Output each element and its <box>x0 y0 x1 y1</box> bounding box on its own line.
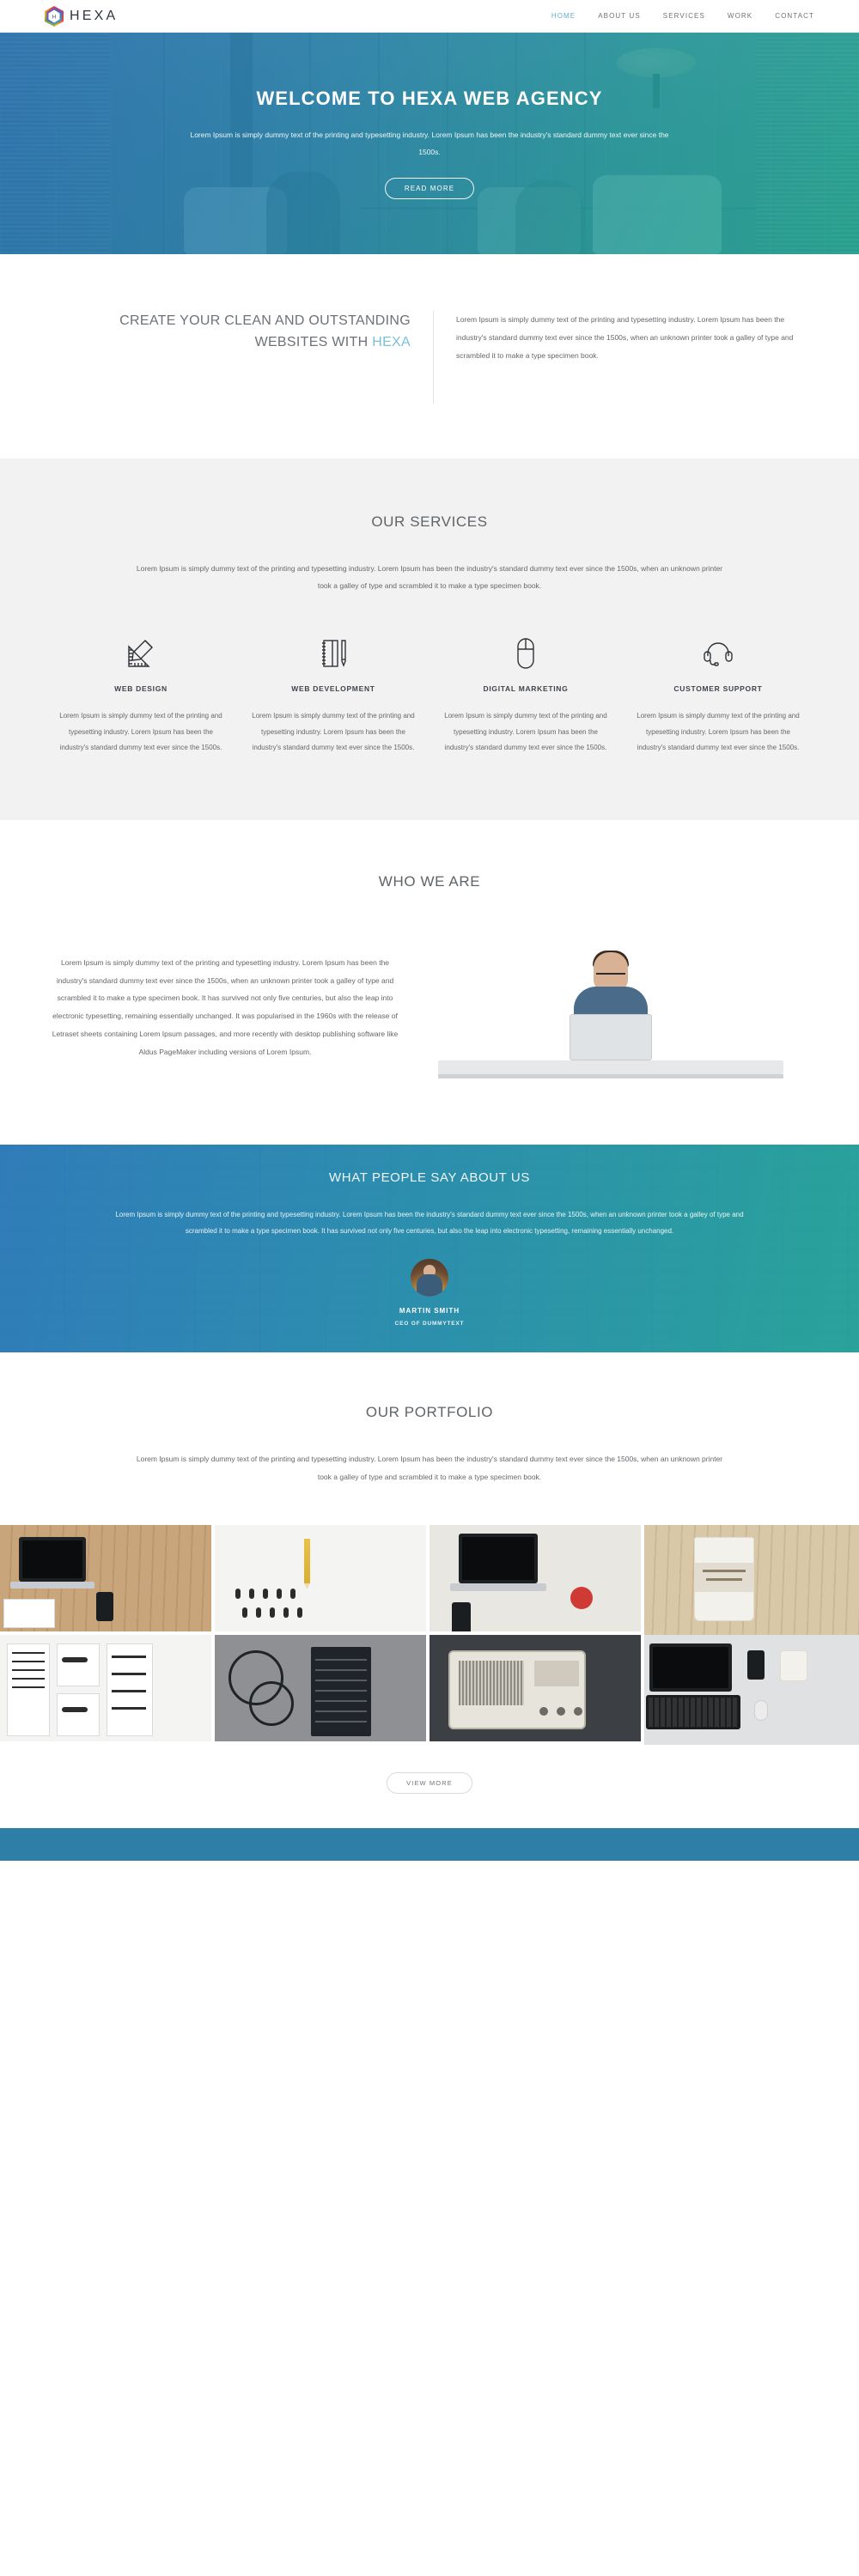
service-card-customer-support[interactable]: CUSTOMER SUPPORT Lorem Ipsum is simply d… <box>622 635 814 756</box>
hero-subtitle: Lorem Ipsum is simply dummy text of the … <box>190 130 669 156</box>
avatar <box>411 1258 448 1297</box>
main-navigation: HOME ABOUT US SERVICES WORK CONTACT <box>551 12 814 20</box>
nav-item-about-us[interactable]: ABOUT US <box>598 12 641 20</box>
view-more-button[interactable]: VIEW MORE <box>387 1771 472 1794</box>
intro-heading-line2: WEBSITES WITH <box>254 334 373 349</box>
site-header: H HEXA HOME ABOUT US SERVICES WORK CONTA… <box>0 0 859 33</box>
service-card-digital-marketing[interactable]: DIGITAL MARKETING Lorem Ipsum is simply … <box>430 635 622 756</box>
intro-heading-line1: CREATE YOUR CLEAN AND OUTSTANDING <box>119 313 411 328</box>
services-grid: WEB DESIGN Lorem Ipsum is simply dummy t… <box>45 635 814 756</box>
intro-heading-block: CREATE YOUR CLEAN AND OUTSTANDING WEBSIT… <box>45 311 433 354</box>
nav-item-home[interactable]: HOME <box>551 12 576 20</box>
service-name: CUSTOMER SUPPORT <box>673 683 763 693</box>
intro-heading-accent: HEXA <box>372 334 411 349</box>
services-section: OUR SERVICES Lorem Ipsum is simply dummy… <box>0 459 859 821</box>
portfolio-item-5[interactable] <box>0 1634 215 1745</box>
portfolio-item-3[interactable] <box>430 1524 644 1635</box>
brand-name: HEXA <box>70 8 119 23</box>
service-name: WEB DESIGN <box>114 683 168 693</box>
service-card-web-design[interactable]: WEB DESIGN Lorem Ipsum is simply dummy t… <box>45 635 237 756</box>
portfolio-item-6[interactable] <box>215 1634 430 1745</box>
brand-logo[interactable]: H HEXA <box>45 5 119 27</box>
portfolio-section: OUR PORTFOLIO Lorem Ipsum is simply dumm… <box>0 1352 859 1828</box>
who-we-are-photo <box>426 930 795 1084</box>
read-more-button[interactable]: READ MORE <box>384 178 475 200</box>
hexagon-h-logo-icon: H <box>45 5 64 27</box>
who-we-are-section: WHO WE ARE Lorem Ipsum is simply dummy t… <box>0 820 859 1145</box>
intro-section: CREATE YOUR CLEAN AND OUTSTANDING WEBSIT… <box>0 254 859 459</box>
who-we-are-body: Lorem Ipsum is simply dummy text of the … <box>52 957 399 1056</box>
ruler-pencil-icon <box>57 635 225 672</box>
intro-body-block: Lorem Ipsum is simply dummy text of the … <box>433 311 814 404</box>
hero-section: WELCOME TO HEXA WEB AGENCY Lorem Ipsum i… <box>0 33 859 254</box>
service-text: Lorem Ipsum is simply dummy text of the … <box>444 711 607 752</box>
services-title: OUR SERVICES <box>371 513 488 530</box>
svg-text:H: H <box>52 14 57 20</box>
landing-page: H HEXA HOME ABOUT US SERVICES WORK CONTA… <box>0 0 859 1861</box>
portfolio-item-8[interactable] <box>644 1634 859 1745</box>
who-we-are-title: WHO WE ARE <box>378 873 481 890</box>
service-text: Lorem Ipsum is simply dummy text of the … <box>637 711 800 752</box>
testimonial-author-name: MARTIN SMITH <box>399 1306 460 1315</box>
service-text: Lorem Ipsum is simply dummy text of the … <box>59 711 222 752</box>
portfolio-item-4[interactable] <box>644 1524 859 1635</box>
testimonial-author-role: CEO OF DUMMYTEXT <box>394 1320 465 1327</box>
testimonial-section: WHAT PEOPLE SAY ABOUT US Lorem Ipsum is … <box>0 1145 859 1353</box>
portfolio-item-2[interactable] <box>215 1524 430 1635</box>
testimonial-title: WHAT PEOPLE SAY ABOUT US <box>329 1170 530 1186</box>
nav-item-contact[interactable]: CONTACT <box>775 12 814 20</box>
footer-bar <box>0 1827 859 1861</box>
portfolio-lead: Lorem Ipsum is simply dummy text of the … <box>136 1455 723 1481</box>
services-lead: Lorem Ipsum is simply dummy text of the … <box>136 564 723 591</box>
hero-title: WELCOME TO HEXA WEB AGENCY <box>256 87 603 109</box>
notebook-pencil-icon <box>249 635 417 672</box>
headset-icon <box>634 635 802 672</box>
service-name: DIGITAL MARKETING <box>483 683 569 693</box>
portfolio-title: OUR PORTFOLIO <box>365 1404 494 1421</box>
nav-item-services[interactable]: SERVICES <box>663 12 705 20</box>
service-name: WEB DEVELOPMENT <box>291 683 375 693</box>
portfolio-grid <box>0 1524 859 1745</box>
computer-mouse-icon <box>442 635 610 672</box>
nav-item-work[interactable]: WORK <box>728 12 752 20</box>
portfolio-item-1[interactable] <box>0 1524 215 1635</box>
intro-body-text: Lorem Ipsum is simply dummy text of the … <box>456 315 794 360</box>
service-text: Lorem Ipsum is simply dummy text of the … <box>252 711 415 752</box>
portfolio-item-7[interactable] <box>430 1634 644 1745</box>
service-card-web-development[interactable]: WEB DEVELOPMENT Lorem Ipsum is simply du… <box>237 635 430 756</box>
testimonial-quote: Lorem Ipsum is simply dummy text of the … <box>115 1211 744 1236</box>
